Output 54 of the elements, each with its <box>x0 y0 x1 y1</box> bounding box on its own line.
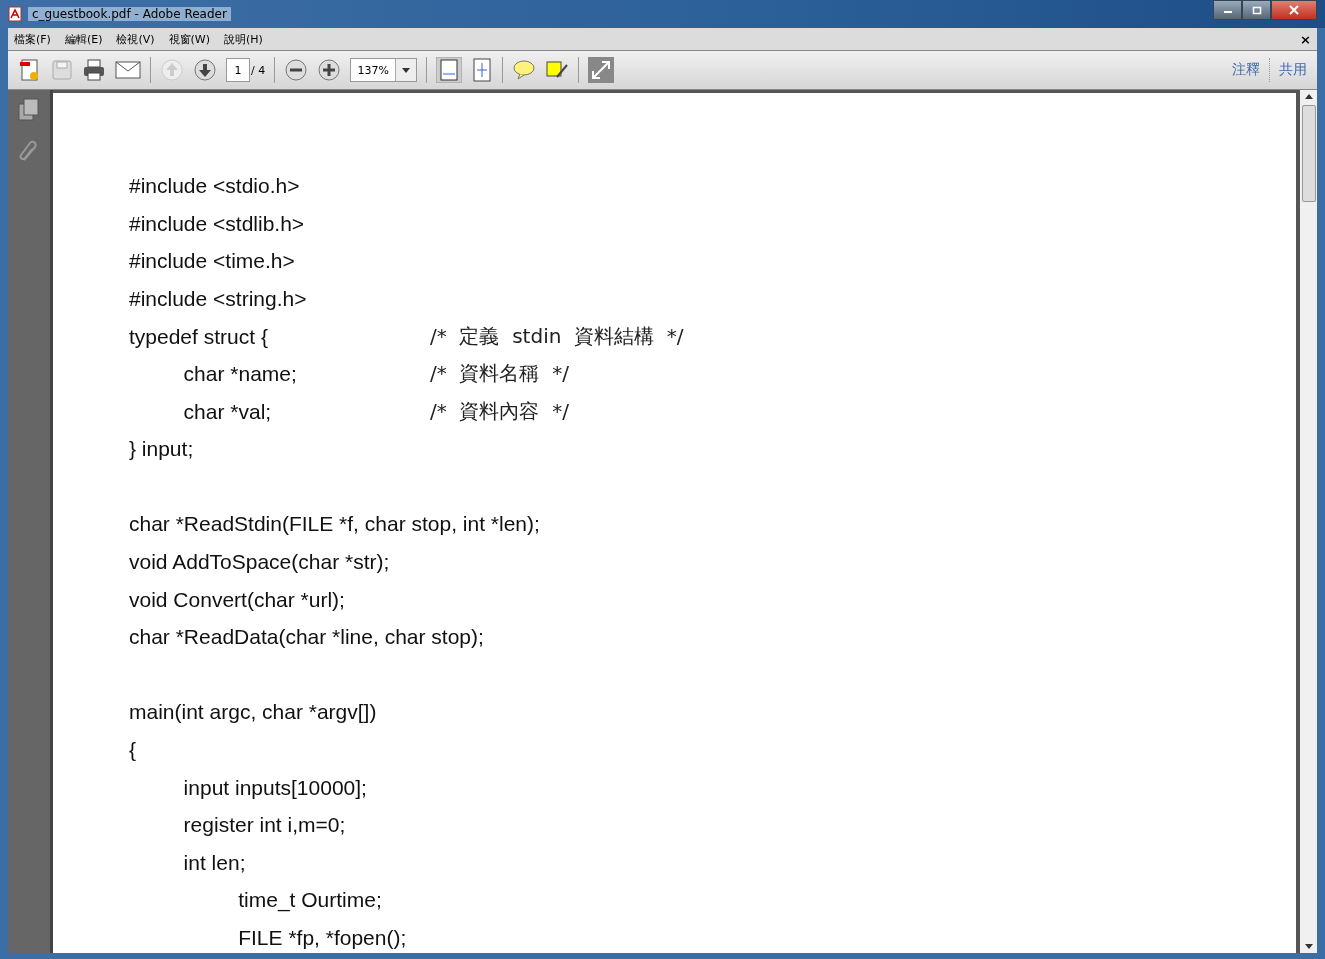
close-document-button[interactable]: × <box>1300 31 1311 47</box>
caret-icon <box>402 67 411 73</box>
print-icon[interactable] <box>82 59 106 81</box>
code-line: main(int argc, char *argv[]) <box>129 699 378 726</box>
toolbar-link[interactable]: 注釋 <box>1232 61 1260 79</box>
code-line: } input; <box>129 436 195 463</box>
code-line: { <box>129 737 137 764</box>
code-line: char *ReadStdin(FILE *f, char stop, int *len); <box>129 511 540 538</box>
scrollbar-thumb[interactable] <box>1301 105 1316 202</box>
minimize-button[interactable] <box>1213 0 1242 20</box>
expand-icon[interactable] <box>588 57 615 83</box>
maximize-icon <box>1251 5 1262 15</box>
page-total: / 4 <box>251 63 266 77</box>
pages-icon[interactable] <box>18 98 40 122</box>
menu-item[interactable]: 視窗(W) <box>168 31 211 47</box>
speech-bubble-icon[interactable] <box>512 59 537 81</box>
code-line: char *name; <box>182 361 298 388</box>
code-line: FILE *fp, *fopen(); <box>237 925 408 951</box>
code-line: #include <stdio.h> <box>129 173 301 200</box>
envelope-icon[interactable] <box>115 61 141 79</box>
menu-item[interactable]: 檢視(V) <box>116 31 155 47</box>
code-comment: /* 資料內容 */ <box>430 397 569 425</box>
window-title: c_guestbook.pdf - Adobe Reader <box>28 7 231 21</box>
close-icon <box>1288 5 1300 15</box>
menu-item[interactable]: 編輯(E) <box>64 31 103 47</box>
code-line: int len; <box>182 849 247 876</box>
code-line: void AddToSpace(char *str); <box>129 549 391 576</box>
fit-width-icon[interactable] <box>436 57 463 83</box>
code-line: void Convert(char *url); <box>129 586 346 613</box>
scrollbar[interactable] <box>1300 90 1317 953</box>
menu-item[interactable]: 說明(H) <box>224 31 263 47</box>
code-line: #include <string.h> <box>129 285 308 312</box>
close-button[interactable] <box>1271 0 1317 20</box>
code-line: char *val; <box>182 398 273 425</box>
maximize-button[interactable] <box>1242 0 1271 20</box>
code-line: #include <time.h> <box>129 248 296 275</box>
scroll-down-icon[interactable] <box>1304 944 1313 949</box>
scroll-up-icon[interactable] <box>1304 94 1313 99</box>
code-line: typedef struct { <box>129 323 269 350</box>
code-line: register int i,m=0; <box>182 812 347 839</box>
fit-page-icon[interactable] <box>471 58 494 82</box>
code-comment: /* 定義 stdin 資料結構 */ <box>430 322 684 350</box>
code-line: #include <stdlib.h> <box>129 210 306 237</box>
code-line: time_t Ourtime; <box>237 887 383 914</box>
page-number-field[interactable]: 1 <box>226 58 250 82</box>
zoom-out-icon[interactable] <box>284 58 309 82</box>
code-line: input inputs[10000]; <box>182 774 368 801</box>
toolbar-link[interactable]: 共用 <box>1279 61 1307 79</box>
zoom-dropdown[interactable]: 137% <box>350 58 418 82</box>
code-line: char *ReadData(char *line, char stop); <box>129 624 484 651</box>
code-comment: /* 資料名稱 */ <box>430 360 569 388</box>
pdf-file-icon <box>8 6 22 22</box>
menu-item[interactable]: 檔案(F) <box>14 31 51 47</box>
zoom-in-icon[interactable] <box>317 58 342 82</box>
